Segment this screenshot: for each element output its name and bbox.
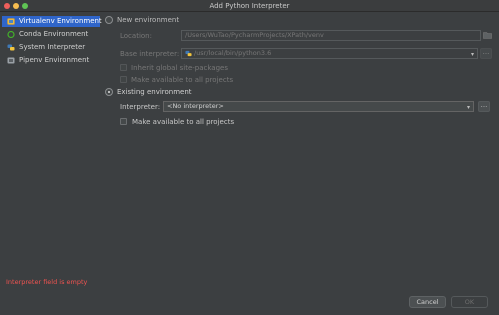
environment-settings-panel: New environment Location: /Users/WuTao/P… [101,12,499,292]
interpreter-dropdown[interactable]: <No interpreter> ▾ [163,101,474,112]
new-env-make-available-label: Make available to all projects [131,76,234,84]
base-interpreter-value: /usr/local/bin/python3.6 [194,49,272,57]
existing-environment-label: Existing environment [117,88,192,96]
virtualenv-icon [7,18,15,25]
sidebar-item-pipenv[interactable]: Pipenv Environment [2,55,100,66]
existing-env-make-available-checkbox[interactable] [120,118,127,125]
new-env-make-available-checkbox[interactable] [120,76,127,83]
window-title: Add Python Interpreter [209,2,290,10]
sidebar-item-label: Virtualenv Environment [19,17,102,25]
sidebar-item-conda[interactable]: Conda Environment [2,29,100,40]
python-icon [7,44,15,51]
cancel-button[interactable]: Cancel [409,296,446,308]
ok-button[interactable]: OK [451,296,488,308]
chevron-down-icon: ▾ [470,51,474,58]
interpreter-value: <No interpreter> [167,102,224,110]
base-interpreter-browse-button[interactable]: ... [480,48,492,59]
environment-type-list: Virtualenv Environment Conda Environment… [0,12,102,315]
existing-env-make-available-label: Make available to all projects [132,118,235,126]
existing-environment-radio[interactable] [105,88,113,96]
folder-icon[interactable] [483,30,492,40]
inherit-global-label: Inherit global site-packages [131,64,228,72]
interpreter-browse-button[interactable]: ... [478,101,490,112]
location-field[interactable]: /Users/WuTao/PycharmProjects/XPath/venv [181,30,481,41]
new-environment-radio[interactable] [105,16,113,24]
chevron-down-icon: ▾ [466,104,470,111]
sidebar-item-system[interactable]: System Interpreter [2,42,100,53]
sidebar-item-virtualenv[interactable]: Virtualenv Environment [2,16,102,27]
sidebar-item-label: Conda Environment [19,30,89,38]
new-environment-label: New environment [117,16,180,24]
error-message: Interpreter field is empty [6,278,88,286]
conda-icon [7,31,15,38]
python-icon [185,50,192,57]
title-bar: Add Python Interpreter [0,0,499,12]
interpreter-label: Interpreter: [120,103,161,111]
inherit-global-checkbox[interactable] [120,64,127,71]
sidebar-item-label: System Interpreter [19,43,86,51]
base-interpreter-label: Base interpreter: [120,50,180,58]
sidebar-item-label: Pipenv Environment [19,56,90,64]
pipenv-icon [7,57,15,64]
base-interpreter-dropdown[interactable]: /usr/local/bin/python3.6 ▾ [181,48,478,59]
location-label: Location: [120,32,152,40]
